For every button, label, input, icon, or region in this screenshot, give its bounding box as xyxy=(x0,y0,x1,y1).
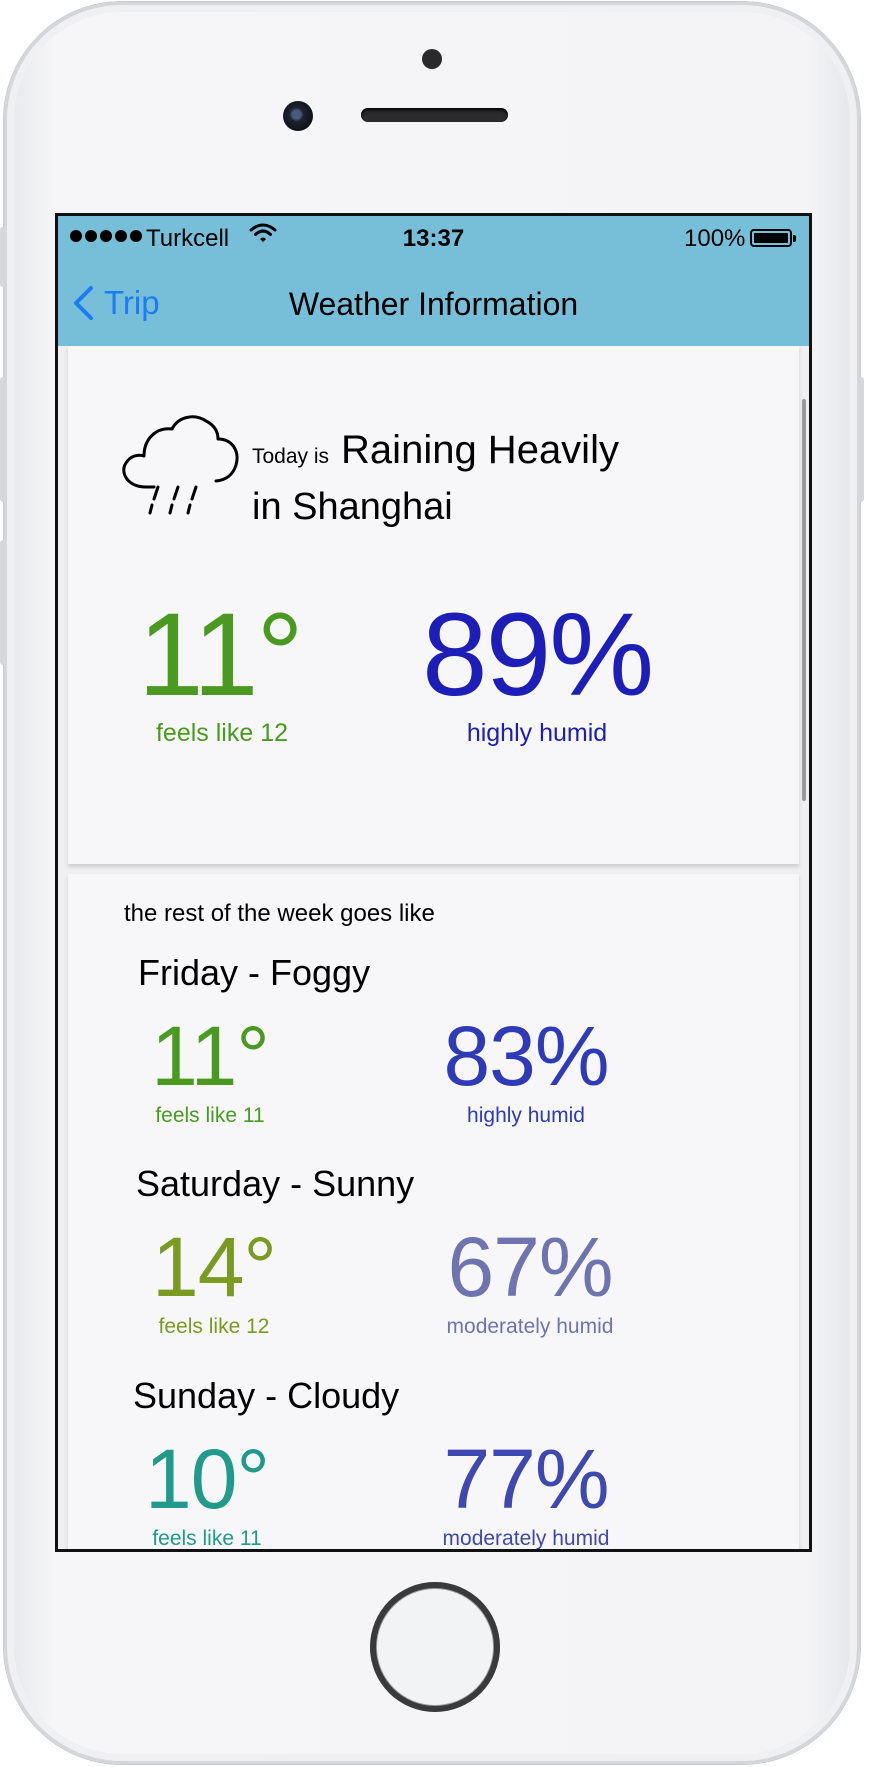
vertical-scrollbar[interactable] xyxy=(802,399,806,801)
today-temperature: 11° xyxy=(138,589,304,721)
home-button[interactable] xyxy=(367,1579,503,1715)
forecast-day: Friday - Foggy 11° feels like 11 83% hig… xyxy=(68,874,799,1127)
forecast-day-temperature: 10° xyxy=(144,1432,270,1526)
today-condition-label: Raining Heavily xyxy=(341,428,619,472)
forecast-day-humidity: 77% xyxy=(443,1432,609,1526)
phone-screen: Turkcell 13:37 100% Trip Weather Informa… xyxy=(55,213,812,1552)
forecast-day-feels-like: feels like 11 xyxy=(152,1527,262,1550)
mute-switch xyxy=(0,227,7,287)
today-card: Today is Raining Heavily in Shanghai 11° … xyxy=(68,346,799,864)
volume-up-button xyxy=(0,377,7,502)
forecast-day-humidity-label: moderately humid xyxy=(442,1527,610,1550)
scroll-content[interactable]: Today is Raining Heavily in Shanghai 11° … xyxy=(58,346,809,1549)
forecast-day-title: Friday - Foggy xyxy=(138,952,371,993)
battery-percentage: 100% xyxy=(684,225,746,252)
today-condition: Today is Raining Heavily xyxy=(252,428,619,473)
today-prefix: Today is xyxy=(252,445,330,468)
today-humidity: 89% xyxy=(422,589,654,721)
forecast-day-title: Saturday - Sunny xyxy=(136,1163,415,1204)
power-button xyxy=(857,377,864,502)
proximity-sensor xyxy=(422,49,442,69)
week-forecast-card: the rest of the week goes like Friday - … xyxy=(68,874,799,1549)
today-feels-like: feels like 12 xyxy=(155,719,289,747)
front-camera xyxy=(283,101,313,131)
forecast-day-temperature: 14° xyxy=(151,1220,277,1314)
status-bar: Turkcell 13:37 100% xyxy=(58,216,809,258)
page-title: Weather Information xyxy=(288,286,579,322)
battery-icon xyxy=(750,229,792,247)
battery-tip xyxy=(793,235,796,242)
forecast-day-humidity: 67% xyxy=(447,1220,613,1314)
navigation-bar: Trip Weather Information xyxy=(58,258,809,346)
forecast-day: Sunday - Cloudy 10° feels like 11 77% mo… xyxy=(68,1298,799,1549)
rain-cloud-icon xyxy=(122,415,239,515)
today-humidity-label: highly humid xyxy=(466,719,608,747)
today-location: in Shanghai xyxy=(252,486,453,528)
forecast-day: Saturday - Sunny 14° feels like 12 67% m… xyxy=(68,1086,799,1338)
app-header: Turkcell 13:37 100% Trip Weather Informa… xyxy=(58,216,809,346)
earpiece-speaker xyxy=(361,108,508,122)
forecast-day-title: Sunday - Cloudy xyxy=(133,1375,400,1416)
volume-down-button xyxy=(0,540,7,665)
